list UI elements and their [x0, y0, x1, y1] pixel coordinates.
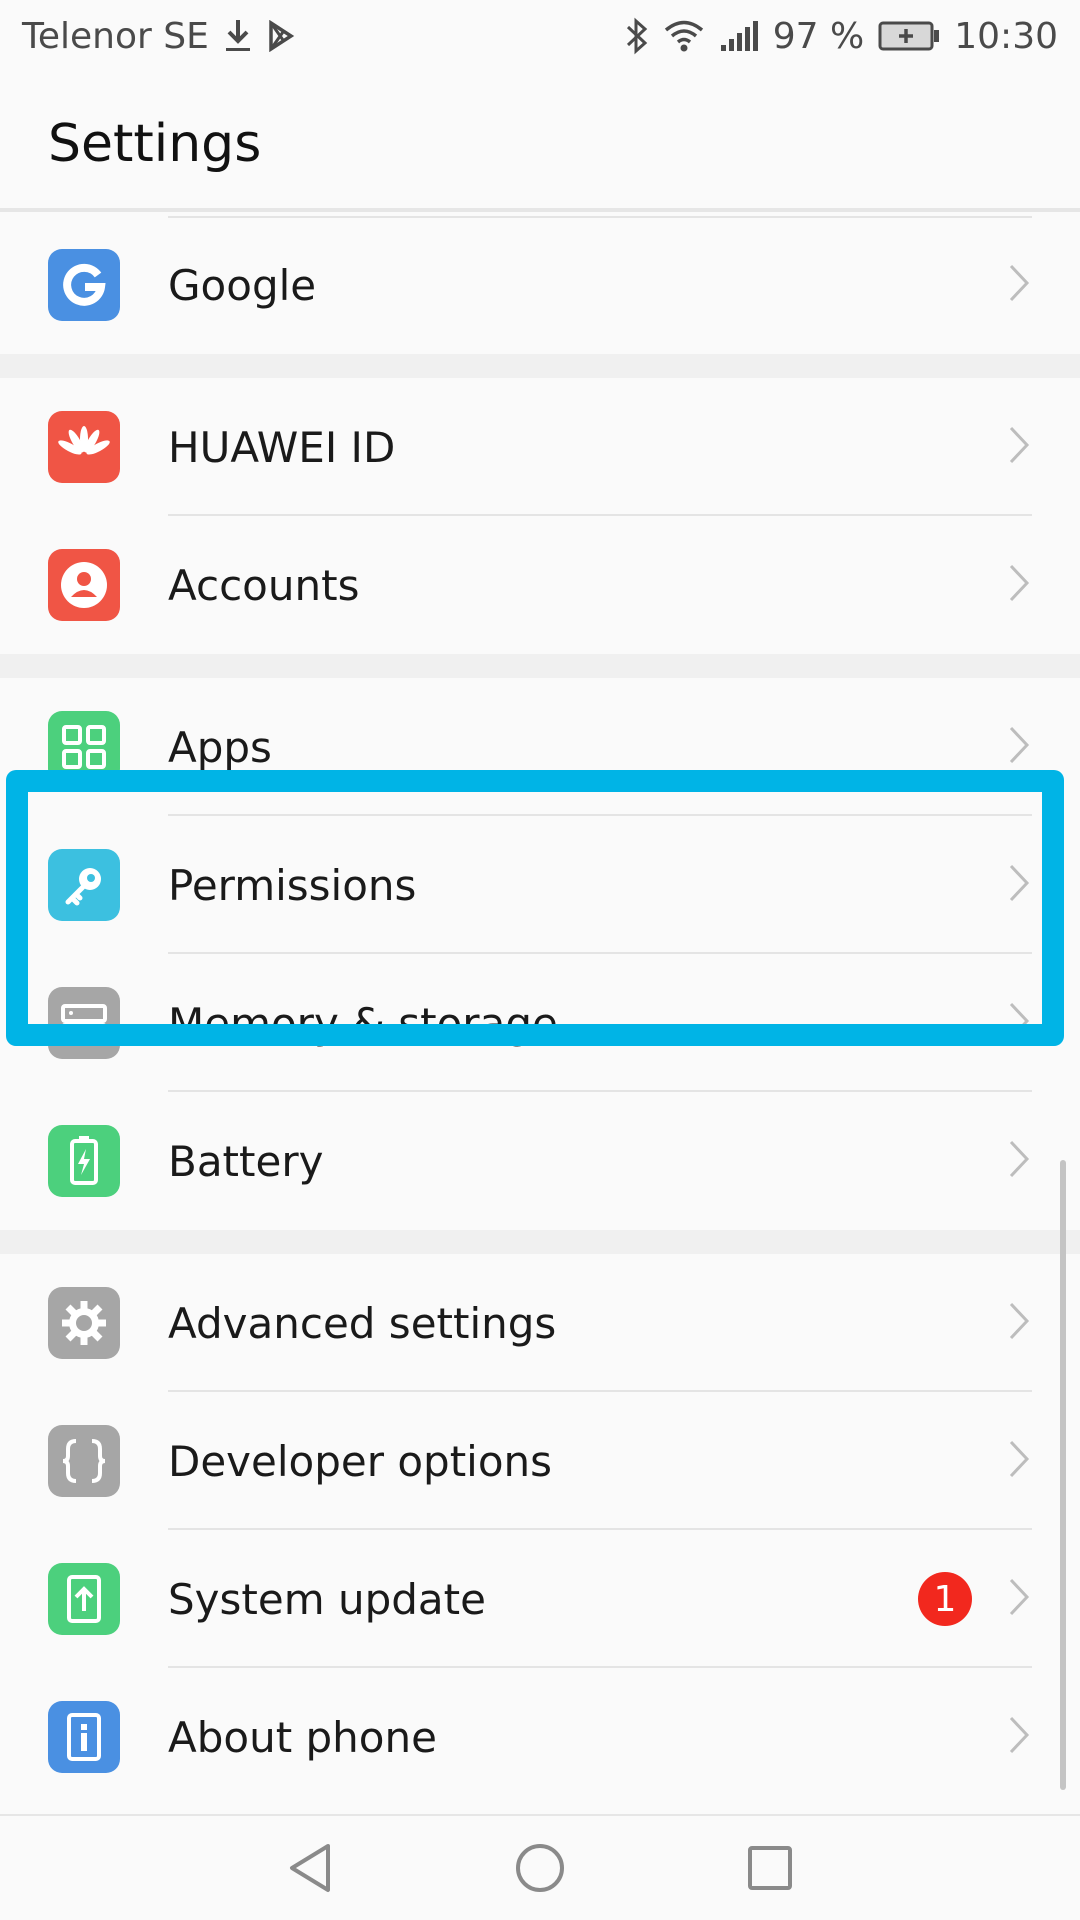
settings-item-label: Advanced settings: [168, 1298, 557, 1348]
huawei-logo-icon: [48, 411, 120, 483]
settings-item-accounts[interactable]: Accounts: [0, 516, 1080, 654]
settings-group-system: Advanced settings Developer options Syst…: [0, 1254, 1080, 1806]
settings-item-advanced-settings[interactable]: Advanced settings: [0, 1254, 1080, 1392]
navigation-bar: [0, 1814, 1080, 1920]
scrollbar[interactable]: [1060, 1160, 1066, 1790]
divider: [168, 216, 1032, 218]
battery-percent: 97 %: [772, 15, 865, 57]
app-bar: Settings: [0, 72, 1080, 212]
settings-item-label: Accounts: [168, 560, 360, 610]
signal-icon: [719, 19, 759, 53]
settings-item-about-phone[interactable]: About phone: [0, 1668, 1080, 1806]
recents-icon[interactable]: [746, 1844, 794, 1892]
person-icon: [48, 549, 120, 621]
chevron-right-icon: [1008, 1139, 1030, 1183]
settings-item-battery[interactable]: Battery: [0, 1092, 1080, 1230]
settings-item-label: System update: [168, 1574, 486, 1624]
update-arrow-icon: [48, 1563, 120, 1635]
highlight-box: [6, 770, 1064, 1046]
settings-item-label: About phone: [168, 1712, 437, 1762]
chevron-right-icon: [1008, 563, 1030, 607]
chevron-right-icon: [1008, 1439, 1030, 1483]
notification-badge: 1: [918, 1572, 972, 1626]
settings-item-label: Developer options: [168, 1436, 553, 1486]
settings-item-huawei-id[interactable]: HUAWEI ID: [0, 378, 1080, 516]
home-icon[interactable]: [514, 1842, 566, 1894]
gear-icon: [48, 1287, 120, 1359]
settings-item-label: Google: [168, 260, 317, 310]
chevron-right-icon: [1008, 1715, 1030, 1759]
wifi-icon: [663, 19, 705, 53]
settings-screen: Telenor SE 97 % 10:30 Settings Google HU…: [0, 0, 1080, 1920]
group-separator: [0, 654, 1080, 678]
settings-item-label: Battery: [168, 1136, 324, 1186]
group-separator: [0, 1230, 1080, 1254]
group-separator: [0, 354, 1080, 378]
status-bar: Telenor SE 97 % 10:30: [0, 0, 1080, 72]
settings-item-google[interactable]: Google: [0, 216, 1080, 354]
settings-item-system-update[interactable]: System update 1: [0, 1530, 1080, 1668]
carrier-name: Telenor SE: [22, 15, 209, 57]
google-icon: [48, 249, 120, 321]
chevron-right-icon: [1008, 263, 1030, 307]
play-store-icon: [267, 20, 295, 52]
braces-icon: [48, 1425, 120, 1497]
settings-item-label: Apps: [168, 722, 272, 772]
settings-item-label: HUAWEI ID: [168, 422, 396, 472]
settings-item-developer-options[interactable]: Developer options: [0, 1392, 1080, 1530]
download-icon: [223, 18, 253, 54]
settings-group-google: Google: [0, 216, 1080, 354]
chevron-right-icon: [1008, 1577, 1030, 1621]
battery-charging-icon: [878, 21, 940, 51]
settings-group-accounts: HUAWEI ID Accounts: [0, 378, 1080, 654]
bluetooth-icon: [625, 17, 649, 55]
battery-icon: [48, 1125, 120, 1197]
info-icon: [48, 1701, 120, 1773]
chevron-right-icon: [1008, 425, 1030, 469]
page-title: Settings: [48, 114, 262, 174]
clock: 10:30: [954, 15, 1058, 57]
chevron-right-icon: [1008, 725, 1030, 769]
chevron-right-icon: [1008, 1301, 1030, 1345]
back-icon[interactable]: [286, 1842, 334, 1894]
